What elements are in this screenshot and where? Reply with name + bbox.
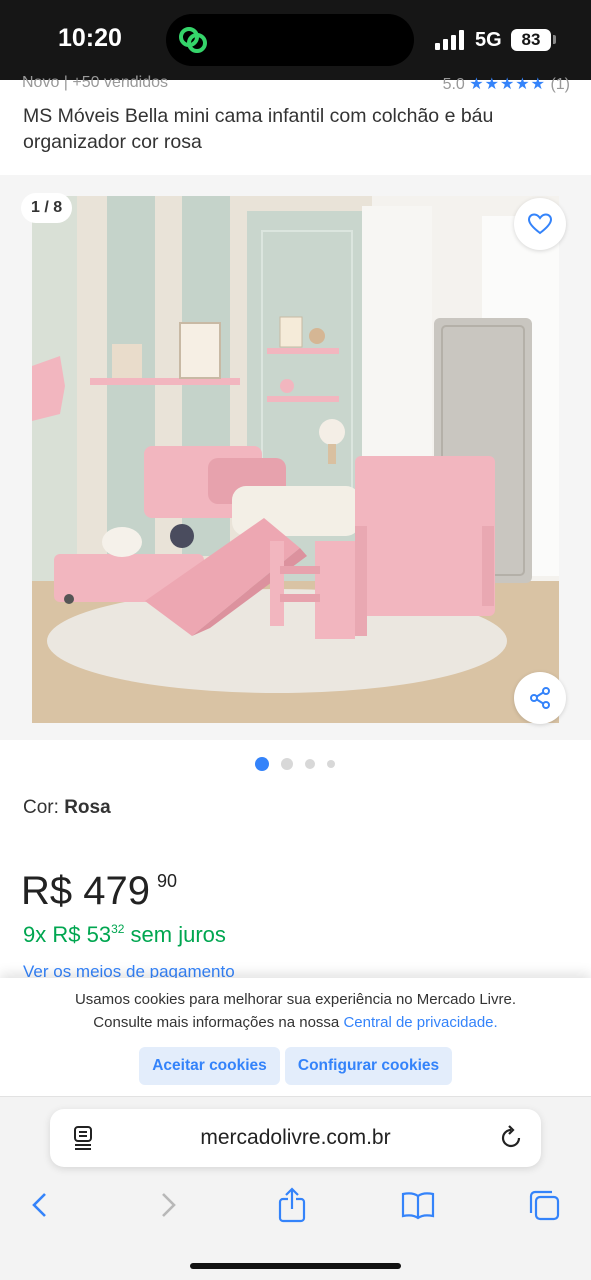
favorite-button[interactable] bbox=[514, 198, 566, 250]
signal-icon bbox=[435, 30, 464, 50]
pagination-dot[interactable] bbox=[327, 760, 335, 768]
reload-icon[interactable] bbox=[498, 1125, 524, 1151]
address-bar[interactable]: mercadolivre.com.br bbox=[50, 1109, 541, 1167]
rating-value: 5.0 bbox=[442, 76, 465, 93]
cookie-text: Usamos cookies para melhorar sua experiê… bbox=[20, 988, 571, 1034]
forward-icon[interactable] bbox=[150, 1187, 186, 1223]
share-button[interactable] bbox=[514, 672, 566, 724]
gallery-pagination bbox=[0, 756, 591, 772]
network-label: 5G bbox=[475, 29, 502, 51]
product-photo[interactable] bbox=[32, 196, 559, 723]
review-count: (1) bbox=[550, 76, 570, 93]
browser-toolbar: mercadolivre.com.br bbox=[0, 1096, 591, 1280]
color-variation[interactable]: Cor: Rosa bbox=[23, 797, 111, 819]
accept-cookies-button[interactable]: Aceitar cookies bbox=[139, 1047, 280, 1085]
privacy-center-link[interactable]: Central de privacidade. bbox=[343, 1014, 497, 1031]
home-indicator bbox=[190, 1263, 401, 1269]
product-gallery[interactable]: 1 / 8 bbox=[0, 175, 591, 740]
share-icon bbox=[530, 687, 550, 709]
cookie-text-line1: Usamos cookies para melhorar sua experiê… bbox=[74, 991, 517, 1008]
cookie-text-line2: Consulte mais informações na nossa bbox=[93, 1014, 340, 1031]
color-value: Rosa bbox=[64, 797, 111, 818]
condition-sales: Novo | +50 vendidos bbox=[22, 74, 169, 91]
price-whole: 479 bbox=[83, 869, 151, 913]
back-icon[interactable] bbox=[22, 1187, 58, 1223]
gallery-counter: 1 / 8 bbox=[21, 193, 73, 223]
rating-summary[interactable]: 5.0 ★★★★★ (1) bbox=[443, 74, 570, 94]
browser-share-icon[interactable] bbox=[274, 1187, 310, 1223]
battery-tip bbox=[553, 35, 556, 44]
status-time: 10:20 bbox=[58, 24, 122, 52]
pagination-dot[interactable] bbox=[255, 757, 269, 771]
product-meta: Novo | +50 vendidos 5.0 ★★★★★ (1) bbox=[22, 68, 582, 94]
pagination-dot[interactable] bbox=[305, 759, 315, 769]
pagination-dot[interactable] bbox=[281, 758, 293, 770]
installments-suffix: sem juros bbox=[130, 922, 226, 947]
installments-amount: 9x R$ 53 bbox=[23, 922, 112, 947]
url-text[interactable]: mercadolivre.com.br bbox=[50, 1126, 541, 1150]
bookmarks-icon[interactable] bbox=[400, 1187, 436, 1223]
price-main: R$ 479 bbox=[21, 869, 150, 914]
rating-stars-icon: ★★★★★ bbox=[469, 76, 546, 93]
product-title: MS Móveis Bella mini cama infantil com c… bbox=[23, 105, 494, 153]
configure-cookies-button[interactable]: Configurar cookies bbox=[285, 1047, 452, 1085]
tab-overview-icon[interactable] bbox=[526, 1187, 562, 1223]
cookie-banner: Usamos cookies para melhorar sua experiê… bbox=[0, 978, 591, 1096]
price-currency: R$ bbox=[21, 869, 73, 913]
installments-cents: 32 bbox=[111, 922, 125, 936]
dynamic-island bbox=[166, 14, 414, 66]
color-label: Cor: bbox=[23, 797, 59, 818]
link-icon bbox=[179, 27, 207, 53]
battery-indicator: 83 bbox=[511, 29, 551, 51]
heart-icon bbox=[528, 213, 552, 235]
price-cents: 90 bbox=[157, 871, 178, 891]
installments: 9x R$ 5332 sem juros bbox=[23, 922, 226, 948]
